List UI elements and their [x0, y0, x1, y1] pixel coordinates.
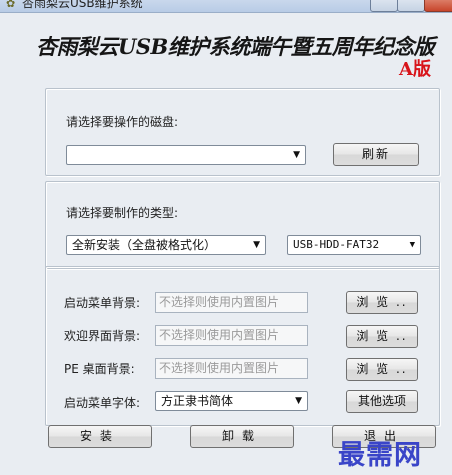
refresh-button[interactable]: 刷新 [333, 143, 419, 166]
install-type-value: 全新安装（全盘被格式化） [72, 238, 217, 252]
main-window: 杏雨梨云USB维护系统端午暨五周年纪念版 A版 请选择要操作的磁盘: ▼ 刷新 … [0, 13, 452, 475]
other-options-button[interactable]: 其他选项 [346, 390, 418, 413]
welcome-bg-label: 欢迎界面背景: [64, 329, 141, 343]
edition-label: A版 [399, 59, 431, 80]
uninstall-button[interactable]: 卸载 [190, 425, 294, 448]
close-button[interactable] [424, 0, 452, 12]
welcome-bg-input[interactable]: 不选择则使用内置图片 [155, 325, 308, 346]
disk-group: 请选择要操作的磁盘: ▼ 刷新 [45, 88, 440, 176]
disk-select[interactable]: ▼ [66, 145, 306, 165]
chevron-down-icon: ▼ [295, 396, 302, 406]
pe-bg-input[interactable]: 不选择则使用内置图片 [155, 358, 308, 379]
mode-select[interactable]: USB-HDD-FAT32 ▼ [287, 235, 421, 255]
mode-value: USB-HDD-FAT32 [293, 238, 380, 251]
type-group: 请选择要制作的类型: 全新安装（全盘被格式化） ▼ USB-HDD-FAT32 … [45, 181, 440, 269]
font-select[interactable]: 方正隶书简体 ▼ [155, 391, 308, 411]
chevron-down-icon: ▼ [253, 240, 260, 250]
app-icon: ✿ [6, 0, 16, 10]
browse-pe-bg-button[interactable]: 浏 览 .. [346, 358, 418, 381]
browse-welcome-bg-button[interactable]: 浏 览 .. [346, 325, 418, 348]
browse-boot-menu-bg-button[interactable]: 浏 览 .. [346, 291, 418, 314]
font-value: 方正隶书简体 [161, 394, 234, 408]
maximize-button[interactable] [397, 0, 425, 12]
window-title: 杏雨梨云USB维护系统 [22, 0, 143, 10]
chevron-down-icon: ▼ [293, 150, 300, 160]
title-bar: ✿ 杏雨梨云USB维护系统 [0, 0, 452, 13]
install-button[interactable]: 安装 [48, 425, 152, 448]
boot-menu-bg-input[interactable]: 不选择则使用内置图片 [155, 292, 308, 313]
install-type-select[interactable]: 全新安装（全盘被格式化） ▼ [66, 235, 266, 255]
watermark: 最需网 [338, 440, 422, 471]
chevron-down-icon: ▼ [409, 240, 415, 250]
type-prompt: 请选择要制作的类型: [66, 206, 179, 220]
pe-bg-label: PE 桌面背景: [64, 362, 135, 376]
background-group: 启动菜单背景: 不选择则使用内置图片 浏 览 .. 欢迎界面背景: 不选择则使用… [45, 266, 440, 426]
banner-title: 杏雨梨云USB维护系统端午暨五周年纪念版 [36, 34, 435, 59]
minimize-button[interactable] [370, 0, 398, 12]
disk-prompt: 请选择要操作的磁盘: [66, 115, 179, 129]
boot-menu-bg-label: 启动菜单背景: [64, 296, 141, 310]
font-label: 启动菜单字体: [64, 396, 141, 410]
